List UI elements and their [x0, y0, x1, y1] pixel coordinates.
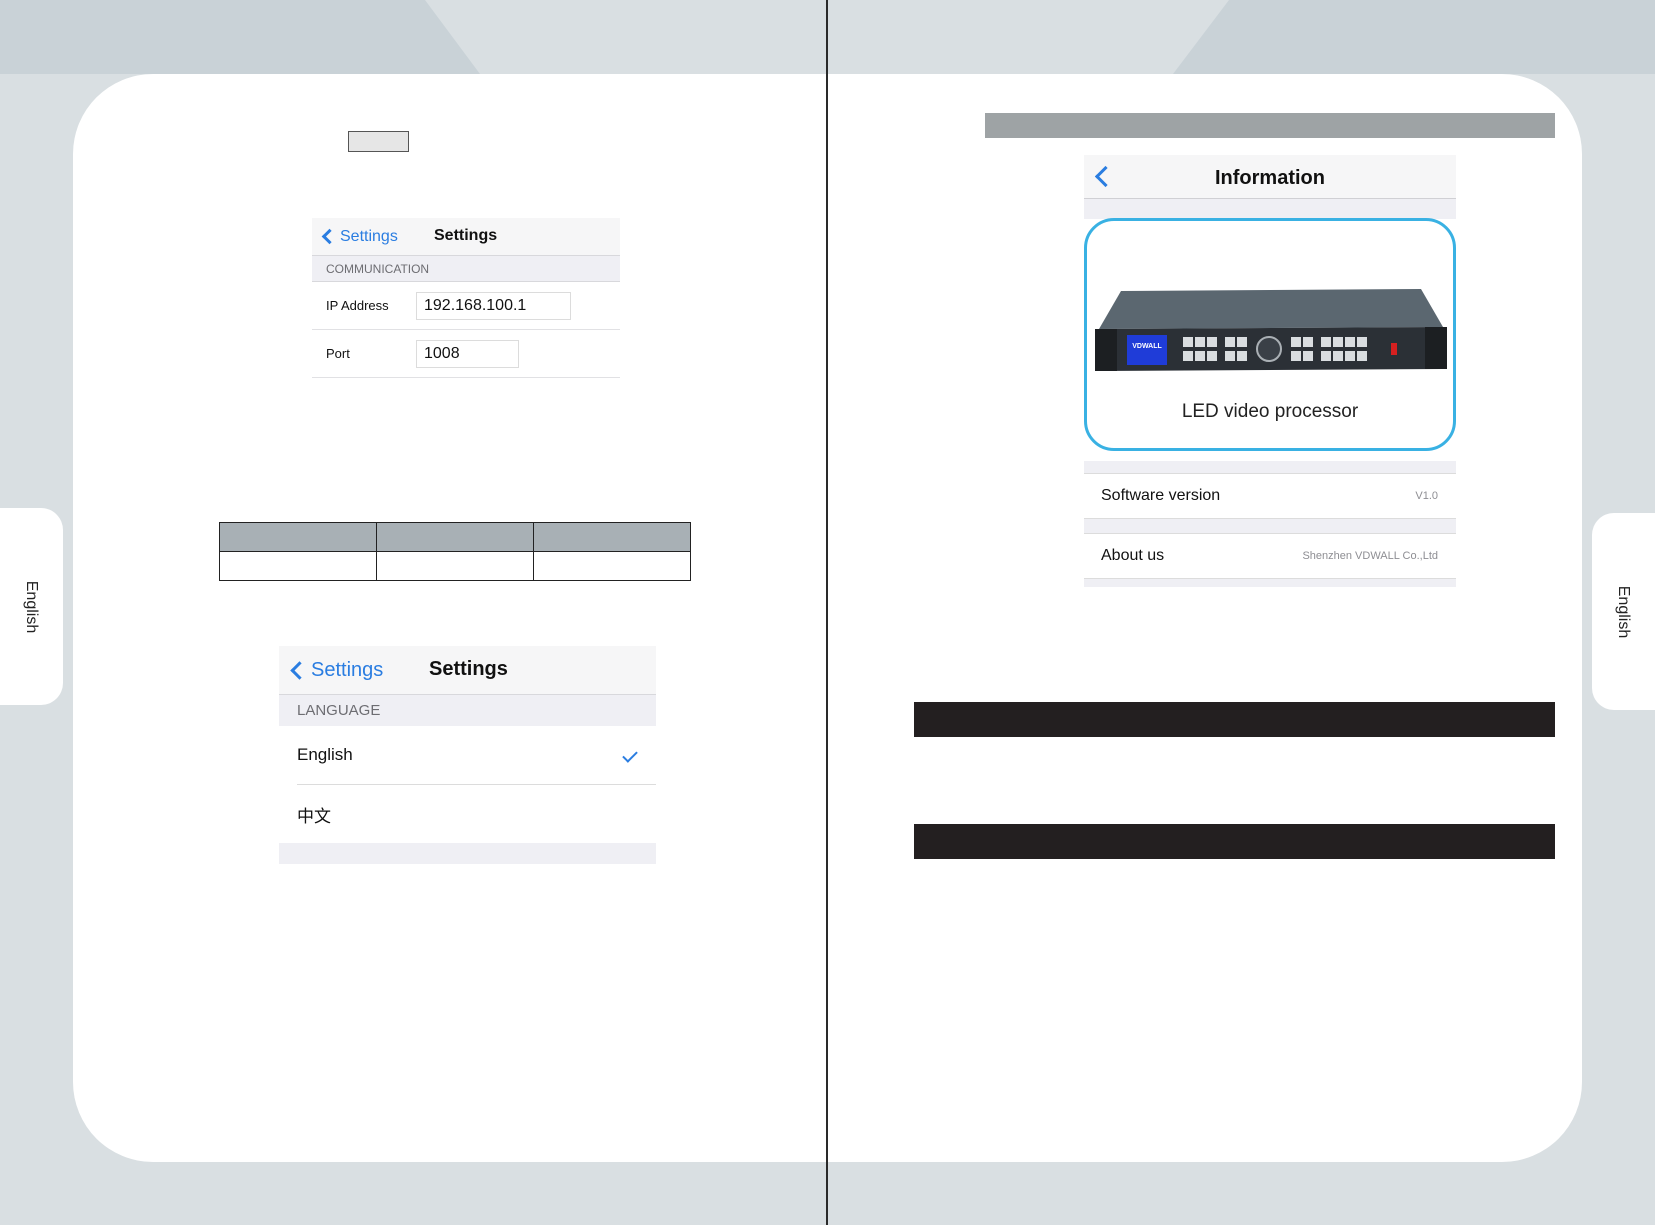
info-table: [219, 522, 691, 581]
about-us-label: About us: [1101, 547, 1165, 564]
language-side-tab-right: English: [1592, 513, 1655, 710]
nav-bar: Settings Settings: [312, 218, 620, 256]
language-side-tab-left: English: [0, 508, 63, 705]
chevron-left-icon: [321, 228, 338, 245]
port-row: Port 1008: [312, 330, 620, 378]
led-video-processor-image: VDWALL: [1095, 289, 1447, 371]
section-gap: [1084, 519, 1456, 533]
page-spine: [826, 0, 828, 1225]
side-tab-label: English: [1615, 585, 1633, 638]
ip-address-row: IP Address 192.168.100.1: [312, 282, 620, 330]
software-version-label: Software version: [1101, 487, 1221, 504]
section-heading-bar-dark: [914, 824, 1555, 859]
table-header-cell: [219, 522, 377, 552]
port-field[interactable]: 1008: [416, 339, 519, 368]
about-us-value: Shenzhen VDWALL Co.,Ltd: [1302, 550, 1438, 562]
product-caption: LED video processor: [1181, 401, 1359, 422]
table-cell: [376, 551, 534, 581]
chevron-left-icon: [290, 660, 309, 680]
table-header-cell: [376, 522, 534, 552]
table-cell: [533, 551, 691, 581]
nav-title: Settings: [434, 227, 498, 244]
table-row: [219, 551, 691, 581]
nav-title: Information: [1215, 167, 1325, 189]
ip-address-field[interactable]: 192.168.100.1: [416, 291, 571, 320]
ip-address-label: IP Address: [326, 298, 389, 313]
back-label: Settings: [340, 227, 398, 245]
section-gap: [1084, 461, 1456, 473]
side-tab-label: English: [23, 580, 41, 633]
header-decoration-right: [1173, 0, 1655, 74]
section-footer: [279, 843, 656, 864]
back-label: Settings: [311, 658, 384, 681]
nav-title: Settings: [429, 658, 508, 680]
language-option-chinese[interactable]: 中文: [279, 785, 656, 843]
table-cell: [219, 551, 377, 581]
language-option-english[interactable]: English: [279, 726, 656, 784]
software-version-value: V1.0: [1415, 490, 1438, 502]
communication-settings-screen: Settings Settings COMMUNICATION IP Addre…: [312, 218, 620, 378]
table-header-row: [219, 522, 691, 552]
back-button[interactable]: Settings: [312, 228, 398, 246]
about-us-row[interactable]: About us Shenzhen VDWALL Co.,Ltd: [1084, 533, 1456, 579]
section-heading-bar-dark: [914, 702, 1555, 737]
software-version-row[interactable]: Software version V1.0: [1084, 473, 1456, 519]
section-header: COMMUNICATION: [312, 256, 620, 282]
checkmark-icon: [622, 747, 638, 763]
button-placeholder-box: [348, 131, 409, 152]
product-card: VDWALL LED video processor: [1084, 218, 1456, 451]
language-settings-screen: Settings Settings LANGUAGE English 中文: [279, 646, 656, 864]
nav-bar: Information: [1084, 155, 1456, 199]
language-option-label: 中文: [297, 806, 331, 826]
table-header-cell: [533, 522, 691, 552]
back-button[interactable]: Settings: [279, 659, 383, 682]
device-brand-text: VDWALL: [1132, 343, 1162, 350]
section-gap: [1084, 579, 1456, 587]
language-option-label: English: [297, 745, 353, 764]
section-heading-bar: [985, 113, 1555, 138]
header-decoration-left: [0, 0, 480, 74]
section-gap: [1084, 199, 1456, 219]
port-label: Port: [326, 346, 350, 361]
nav-bar: Settings Settings: [279, 646, 656, 695]
section-header: LANGUAGE: [279, 695, 656, 726]
